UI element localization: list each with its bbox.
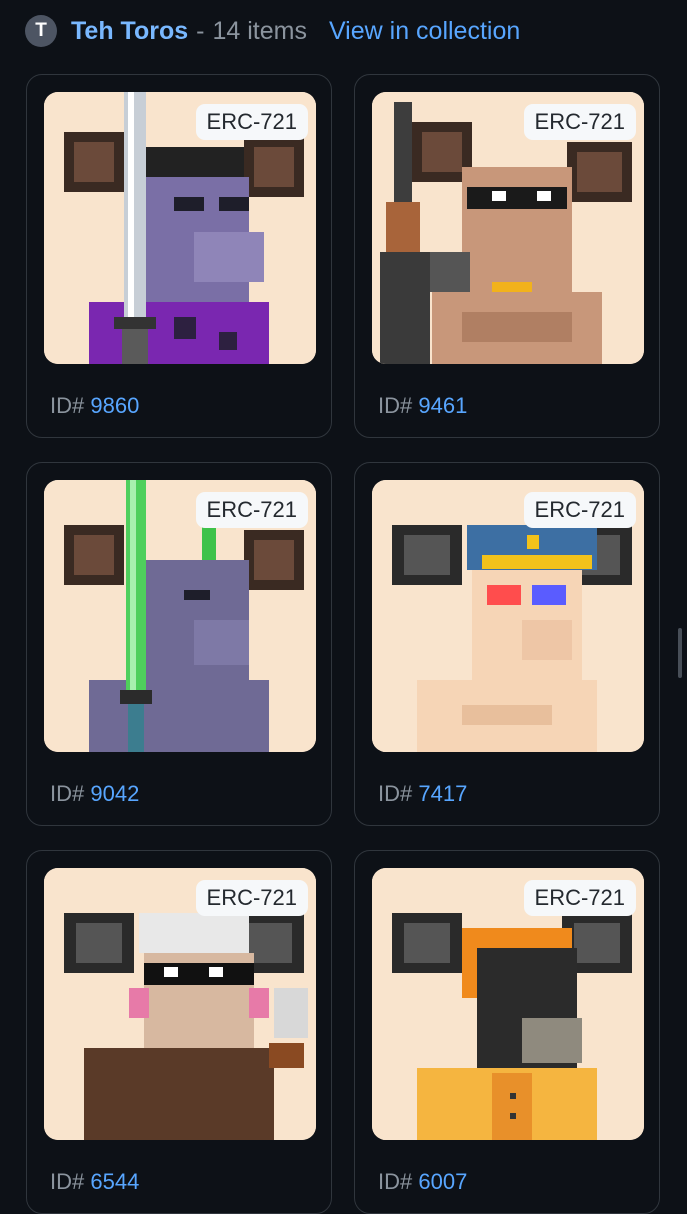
nft-card[interactable]: ERC-721 ID# 9042 bbox=[26, 462, 332, 826]
token-id-prefix: ID# bbox=[378, 393, 413, 418]
token-id-value: 6007 bbox=[418, 1169, 468, 1194]
nft-image[interactable]: ERC-721 bbox=[44, 92, 316, 364]
token-id: ID# 6007 bbox=[378, 1169, 467, 1195]
nft-image[interactable]: ERC-721 bbox=[372, 92, 644, 364]
nft-card[interactable]: ERC-721 ID# 6544 bbox=[26, 850, 332, 1214]
nft-card[interactable]: ERC-721 ID# 9461 bbox=[354, 74, 660, 438]
token-id: ID# 7417 bbox=[378, 781, 467, 807]
token-id-value: 9860 bbox=[90, 393, 140, 418]
token-standard-badge: ERC-721 bbox=[523, 104, 636, 140]
nft-card[interactable]: ERC-721 ID# 9860 bbox=[26, 74, 332, 438]
scrollbar[interactable] bbox=[678, 628, 682, 678]
token-id-value: 6544 bbox=[90, 1169, 140, 1194]
token-id: ID# 6544 bbox=[50, 1169, 139, 1195]
token-id: ID# 9461 bbox=[378, 393, 467, 419]
collection-avatar[interactable]: T bbox=[25, 15, 57, 47]
token-id-value: 9042 bbox=[90, 781, 140, 806]
token-id-value: 9461 bbox=[418, 393, 468, 418]
view-in-collection-link[interactable]: View in collection bbox=[329, 17, 520, 46]
token-id-prefix: ID# bbox=[50, 393, 85, 418]
token-id: ID# 9860 bbox=[50, 393, 139, 419]
nft-image[interactable]: ERC-721 bbox=[44, 868, 316, 1140]
token-standard-badge: ERC-721 bbox=[523, 880, 636, 916]
collection-header: T Teh Toros - 14 items View in collectio… bbox=[25, 12, 520, 50]
nft-image[interactable]: ERC-721 bbox=[372, 868, 644, 1140]
token-standard-badge: ERC-721 bbox=[195, 492, 308, 528]
item-count: 14 items bbox=[212, 16, 307, 45]
nft-card[interactable]: ERC-721 ID# 6007 bbox=[354, 850, 660, 1214]
nft-card[interactable]: ERC-721 ID# 7417 bbox=[354, 462, 660, 826]
token-standard-badge: ERC-721 bbox=[195, 104, 308, 140]
token-id-prefix: ID# bbox=[378, 781, 413, 806]
token-id: ID# 9042 bbox=[50, 781, 139, 807]
nft-image[interactable]: ERC-721 bbox=[372, 480, 644, 752]
token-standard-badge: ERC-721 bbox=[195, 880, 308, 916]
token-id-value: 7417 bbox=[418, 781, 468, 806]
collection-name-link[interactable]: Teh Toros bbox=[71, 17, 188, 46]
token-id-prefix: ID# bbox=[50, 1169, 85, 1194]
token-standard-badge: ERC-721 bbox=[523, 492, 636, 528]
nft-image[interactable]: ERC-721 bbox=[44, 480, 316, 752]
token-id-prefix: ID# bbox=[378, 1169, 413, 1194]
header-separator: - bbox=[196, 16, 205, 45]
token-id-prefix: ID# bbox=[50, 781, 85, 806]
